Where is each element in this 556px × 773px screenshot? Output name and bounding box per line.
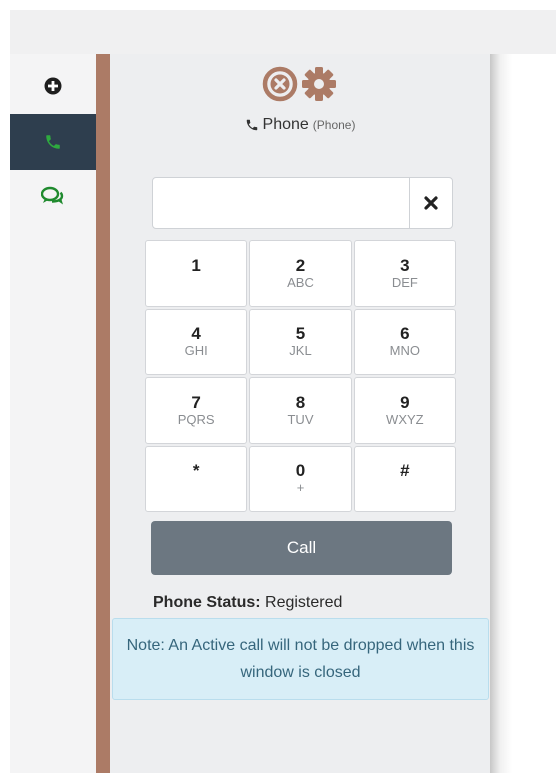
keypad-key[interactable]: 1 <box>145 240 248 307</box>
nav-add-button[interactable] <box>10 62 96 110</box>
keypad-digit: # <box>400 461 410 481</box>
keypad-letters: ABC <box>287 274 314 290</box>
keypad-digit: 6 <box>400 324 410 344</box>
left-nav <box>10 54 96 773</box>
nav-phone-button[interactable] <box>10 114 96 170</box>
keypad-key[interactable]: 3 DEF <box>353 240 456 307</box>
dial-entry <box>152 177 453 229</box>
keypad-key[interactable]: 9 WXYZ <box>353 377 456 444</box>
keypad-key[interactable]: 7 PQRS <box>145 377 248 444</box>
keypad-letters: MNO <box>389 343 420 359</box>
keypad-digit: 2 <box>295 255 306 275</box>
dial-keypad: 1 2 ABC 3 DEF 4 GHI 5 JKL 6 MNO 7 PQRS 8 TUV 9 WXYZ * 0 + # <box>145 240 456 512</box>
keypad-key[interactable]: 0 + <box>249 445 352 512</box>
keypad-key[interactable]: 2 ABC <box>249 240 352 307</box>
panel-title-text: Phone <box>262 116 309 133</box>
keypad-letters: PQRS <box>177 411 215 427</box>
plus-circle-icon <box>44 77 62 95</box>
keypad-digit: 0 <box>295 461 306 481</box>
keypad-digit: 3 <box>400 255 410 275</box>
clear-input-button[interactable] <box>409 178 452 228</box>
close-circle-icon[interactable] <box>262 66 298 102</box>
phone-status-value: Registered <box>265 594 343 611</box>
keypad-digit: 4 <box>191 324 201 344</box>
keypad-key[interactable]: 6 MNO <box>353 308 456 375</box>
phone-status: Phone Status: Registered <box>153 594 342 612</box>
info-note: Note: An Active call will not be dropped… <box>112 618 489 700</box>
info-note-text: Note: An Active call will not be dropped… <box>126 637 475 681</box>
nav-chat-button[interactable] <box>10 172 96 220</box>
keypad-letters: JKL <box>289 343 312 359</box>
gear-icon[interactable] <box>300 65 338 103</box>
panel-accent-bar <box>96 54 110 773</box>
x-icon <box>424 196 438 210</box>
keypad-letters: DEF <box>391 274 418 290</box>
keypad-key[interactable]: 4 GHI <box>145 308 248 375</box>
phone-status-label: Phone Status: <box>153 594 261 611</box>
keypad-digit: 1 <box>191 255 201 275</box>
top-bar <box>10 10 556 54</box>
keypad-key[interactable]: 8 TUV <box>249 377 352 444</box>
keypad-digit: 7 <box>191 392 201 412</box>
keypad-digit: 9 <box>400 392 410 412</box>
keypad-key[interactable]: 5 JKL <box>249 308 352 375</box>
dial-number-input[interactable] <box>153 178 409 228</box>
keypad-digit: * <box>192 461 200 481</box>
keypad-digit: 5 <box>295 324 306 344</box>
keypad-letters: + <box>296 480 305 496</box>
keypad-digit: 8 <box>295 392 306 412</box>
panel-title: Phone (Phone) <box>110 116 490 134</box>
phone-icon <box>246 119 257 131</box>
chat-bubbles-icon <box>41 186 64 205</box>
keypad-letters: GHI <box>184 343 208 359</box>
call-button[interactable]: Call <box>151 521 452 575</box>
panel-subtitle: (Phone) <box>312 118 356 132</box>
panel-shadow <box>490 54 512 773</box>
phone-icon <box>46 135 60 149</box>
panel-header-icons <box>250 64 350 104</box>
keypad-letters: WXYZ <box>386 411 424 427</box>
keypad-letters: TUV <box>287 411 314 427</box>
keypad-key[interactable]: * <box>145 445 248 512</box>
keypad-key[interactable]: # <box>353 445 456 512</box>
